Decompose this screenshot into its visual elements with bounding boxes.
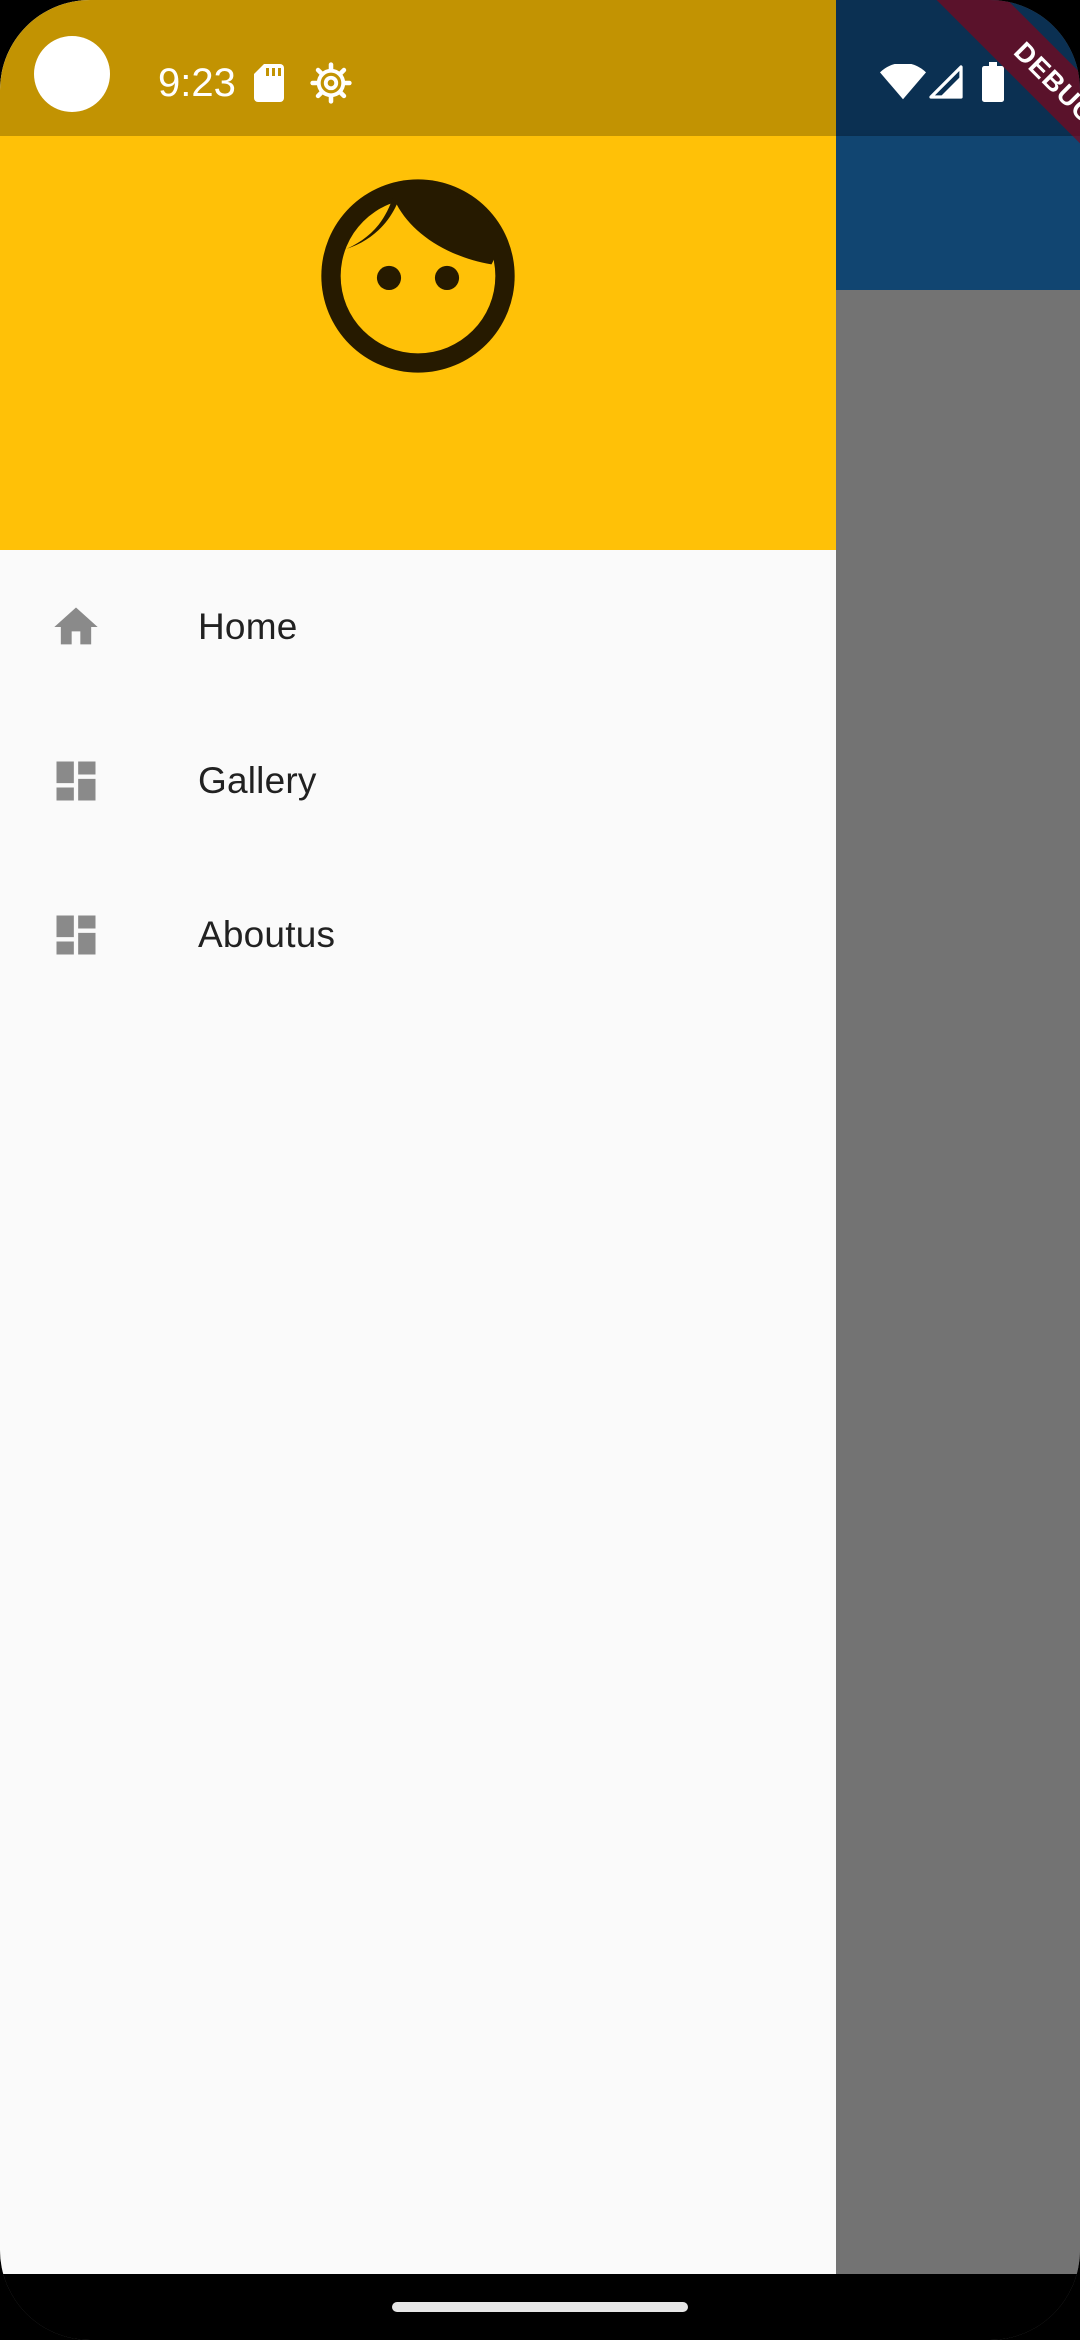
wifi-icon	[880, 64, 926, 100]
dashboard-icon	[56, 915, 96, 955]
drawer-item-label: Home	[198, 606, 298, 647]
camera-cutout	[34, 36, 110, 112]
drawer-item-aboutus[interactable]: Aboutus	[0, 858, 836, 1012]
status-time: 9:23	[158, 61, 236, 105]
scrim-overlay[interactable]	[836, 290, 1080, 2274]
drawer-item-home[interactable]: Home	[0, 550, 836, 704]
drawer-item-gallery[interactable]: Gallery	[0, 704, 836, 858]
battery-icon	[982, 62, 1004, 102]
gear-icon	[310, 62, 352, 104]
dashboard-icon	[56, 761, 96, 801]
drawer-item-label: Aboutus	[198, 914, 336, 955]
face-icon	[321, 179, 515, 373]
home-icon	[54, 607, 98, 645]
device-screen: Home Gallery Aboutus 9:23 DEBUG	[0, 0, 1080, 2340]
signal-icon	[929, 65, 963, 99]
sd-card-icon	[254, 64, 284, 102]
home-gesture-handle[interactable]	[392, 2302, 688, 2312]
drawer-status-background	[0, 0, 836, 136]
navigation-drawer: Home Gallery Aboutus	[0, 0, 836, 2274]
drawer-item-label: Gallery	[198, 760, 317, 801]
app-bar	[836, 136, 1080, 290]
